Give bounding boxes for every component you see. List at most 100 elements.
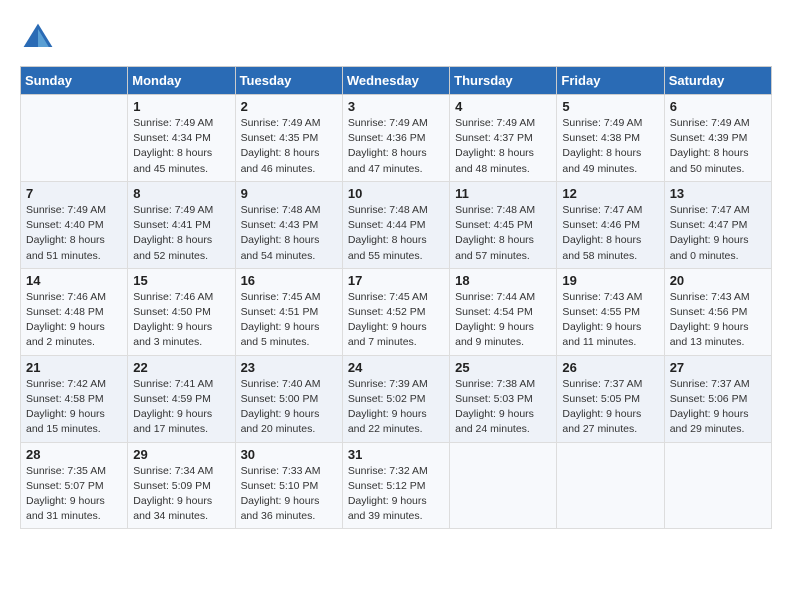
header-cell-wednesday: Wednesday bbox=[342, 67, 449, 95]
calendar-cell: 17 Sunrise: 7:45 AMSunset: 4:52 PMDayligh… bbox=[342, 268, 449, 355]
cell-details: Sunrise: 7:45 AMSunset: 4:52 PMDaylight:… bbox=[348, 290, 444, 351]
cell-details: Sunrise: 7:37 AMSunset: 5:06 PMDaylight:… bbox=[670, 377, 766, 438]
day-number: 13 bbox=[670, 186, 766, 201]
calendar-cell: 11Sunrise: 7:48 AMSunset: 4:45 PMDayligh… bbox=[450, 181, 557, 268]
day-number: 3 bbox=[348, 99, 444, 114]
calendar-cell: 16 Sunrise: 7:45 AMSunset: 4:51 PMDayligh… bbox=[235, 268, 342, 355]
header-cell-saturday: Saturday bbox=[664, 67, 771, 95]
cell-details: Sunrise: 7:48 AMSunset: 4:43 PMDaylight:… bbox=[241, 203, 337, 264]
cell-details: Sunrise: 7:43 AMSunset: 4:55 PMDaylight:… bbox=[562, 290, 658, 351]
day-number: 21 bbox=[26, 360, 122, 375]
day-number: 7 bbox=[26, 186, 122, 201]
cell-details: Sunrise: 7:46 AMSunset: 4:50 PMDaylight:… bbox=[133, 290, 229, 351]
day-number: 6 bbox=[670, 99, 766, 114]
day-number: 16 bbox=[241, 273, 337, 288]
day-number: 18 bbox=[455, 273, 551, 288]
page-header bbox=[20, 20, 772, 56]
day-number: 12 bbox=[562, 186, 658, 201]
calendar-table: SundayMondayTuesdayWednesdayThursdayFrid… bbox=[20, 66, 772, 529]
cell-details: Sunrise: 7:42 AMSunset: 4:58 PMDaylight:… bbox=[26, 377, 122, 438]
calendar-cell: 13 Sunrise: 7:47 AMSunset: 4:47 PMDayligh… bbox=[664, 181, 771, 268]
header-cell-thursday: Thursday bbox=[450, 67, 557, 95]
cell-details: Sunrise: 7:43 AMSunset: 4:56 PMDaylight:… bbox=[670, 290, 766, 351]
logo bbox=[20, 20, 62, 56]
cell-details: Sunrise: 7:47 AMSunset: 4:46 PMDaylight:… bbox=[562, 203, 658, 264]
day-number: 26 bbox=[562, 360, 658, 375]
day-number: 2 bbox=[241, 99, 337, 114]
cell-details: Sunrise: 7:49 AMSunset: 4:35 PMDaylight:… bbox=[241, 116, 337, 177]
cell-details: Sunrise: 7:44 AMSunset: 4:54 PMDaylight:… bbox=[455, 290, 551, 351]
day-number: 9 bbox=[241, 186, 337, 201]
cell-details: Sunrise: 7:39 AMSunset: 5:02 PMDaylight:… bbox=[348, 377, 444, 438]
cell-details: Sunrise: 7:49 AMSunset: 4:36 PMDaylight:… bbox=[348, 116, 444, 177]
cell-details: Sunrise: 7:45 AMSunset: 4:51 PMDaylight:… bbox=[241, 290, 337, 351]
day-number: 19 bbox=[562, 273, 658, 288]
cell-details: Sunrise: 7:47 AMSunset: 4:47 PMDaylight:… bbox=[670, 203, 766, 264]
calendar-cell: 1 Sunrise: 7:49 AMSunset: 4:34 PMDaylight… bbox=[128, 95, 235, 182]
week-row-3: 14Sunrise: 7:46 AMSunset: 4:48 PMDayligh… bbox=[21, 268, 772, 355]
header-cell-tuesday: Tuesday bbox=[235, 67, 342, 95]
cell-details: Sunrise: 7:48 AMSunset: 4:45 PMDaylight:… bbox=[455, 203, 551, 264]
cell-details: Sunrise: 7:49 AMSunset: 4:34 PMDaylight:… bbox=[133, 116, 229, 177]
week-row-4: 21 Sunrise: 7:42 AMSunset: 4:58 PMDayligh… bbox=[21, 355, 772, 442]
cell-details: Sunrise: 7:49 AMSunset: 4:38 PMDaylight:… bbox=[562, 116, 658, 177]
header-cell-monday: Monday bbox=[128, 67, 235, 95]
calendar-cell: 18 Sunrise: 7:44 AMSunset: 4:54 PMDayligh… bbox=[450, 268, 557, 355]
day-number: 27 bbox=[670, 360, 766, 375]
cell-details: Sunrise: 7:37 AMSunset: 5:05 PMDaylight:… bbox=[562, 377, 658, 438]
day-number: 10 bbox=[348, 186, 444, 201]
calendar-cell bbox=[450, 442, 557, 529]
calendar-cell: 3 Sunrise: 7:49 AMSunset: 4:36 PMDaylight… bbox=[342, 95, 449, 182]
calendar-cell: 25 Sunrise: 7:38 AMSunset: 5:03 PMDayligh… bbox=[450, 355, 557, 442]
cell-details: Sunrise: 7:49 AMSunset: 4:41 PMDaylight:… bbox=[133, 203, 229, 264]
calendar-cell bbox=[557, 442, 664, 529]
calendar-cell: 2 Sunrise: 7:49 AMSunset: 4:35 PMDaylight… bbox=[235, 95, 342, 182]
day-number: 28 bbox=[26, 447, 122, 462]
day-number: 5 bbox=[562, 99, 658, 114]
cell-details: Sunrise: 7:46 AMSunset: 4:48 PMDaylight:… bbox=[26, 290, 122, 351]
calendar-cell: 5 Sunrise: 7:49 AMSunset: 4:38 PMDaylight… bbox=[557, 95, 664, 182]
day-number: 29 bbox=[133, 447, 229, 462]
calendar-cell: 27 Sunrise: 7:37 AMSunset: 5:06 PMDayligh… bbox=[664, 355, 771, 442]
day-number: 15 bbox=[133, 273, 229, 288]
calendar-cell: 20 Sunrise: 7:43 AMSunset: 4:56 PMDayligh… bbox=[664, 268, 771, 355]
cell-details: Sunrise: 7:38 AMSunset: 5:03 PMDaylight:… bbox=[455, 377, 551, 438]
cell-details: Sunrise: 7:33 AMSunset: 5:10 PMDaylight:… bbox=[241, 464, 337, 525]
calendar-cell: 12 Sunrise: 7:47 AMSunset: 4:46 PMDayligh… bbox=[557, 181, 664, 268]
cell-details: Sunrise: 7:41 AMSunset: 4:59 PMDaylight:… bbox=[133, 377, 229, 438]
calendar-cell: 30 Sunrise: 7:33 AMSunset: 5:10 PMDayligh… bbox=[235, 442, 342, 529]
day-number: 25 bbox=[455, 360, 551, 375]
calendar-cell: 6Sunrise: 7:49 AMSunset: 4:39 PMDaylight… bbox=[664, 95, 771, 182]
calendar-cell: 8 Sunrise: 7:49 AMSunset: 4:41 PMDaylight… bbox=[128, 181, 235, 268]
week-row-1: 1 Sunrise: 7:49 AMSunset: 4:34 PMDaylight… bbox=[21, 95, 772, 182]
week-row-2: 7Sunrise: 7:49 AMSunset: 4:40 PMDaylight… bbox=[21, 181, 772, 268]
cell-details: Sunrise: 7:49 AMSunset: 4:37 PMDaylight:… bbox=[455, 116, 551, 177]
calendar-cell: 24 Sunrise: 7:39 AMSunset: 5:02 PMDayligh… bbox=[342, 355, 449, 442]
calendar-cell: 31 Sunrise: 7:32 AMSunset: 5:12 PMDayligh… bbox=[342, 442, 449, 529]
day-number: 1 bbox=[133, 99, 229, 114]
day-number: 20 bbox=[670, 273, 766, 288]
calendar-cell: 10 Sunrise: 7:48 AMSunset: 4:44 PMDayligh… bbox=[342, 181, 449, 268]
calendar-cell: 19 Sunrise: 7:43 AMSunset: 4:55 PMDayligh… bbox=[557, 268, 664, 355]
day-number: 23 bbox=[241, 360, 337, 375]
calendar-cell: 26 Sunrise: 7:37 AMSunset: 5:05 PMDayligh… bbox=[557, 355, 664, 442]
day-number: 31 bbox=[348, 447, 444, 462]
calendar-cell bbox=[664, 442, 771, 529]
calendar-cell: 14Sunrise: 7:46 AMSunset: 4:48 PMDayligh… bbox=[21, 268, 128, 355]
cell-details: Sunrise: 7:32 AMSunset: 5:12 PMDaylight:… bbox=[348, 464, 444, 525]
day-number: 30 bbox=[241, 447, 337, 462]
calendar-cell: 4 Sunrise: 7:49 AMSunset: 4:37 PMDaylight… bbox=[450, 95, 557, 182]
calendar-cell: 29 Sunrise: 7:34 AMSunset: 5:09 PMDayligh… bbox=[128, 442, 235, 529]
calendar-cell: 7Sunrise: 7:49 AMSunset: 4:40 PMDaylight… bbox=[21, 181, 128, 268]
logo-icon bbox=[20, 20, 56, 56]
calendar-cell: 15 Sunrise: 7:46 AMSunset: 4:50 PMDayligh… bbox=[128, 268, 235, 355]
day-number: 24 bbox=[348, 360, 444, 375]
calendar-cell: 9 Sunrise: 7:48 AMSunset: 4:43 PMDaylight… bbox=[235, 181, 342, 268]
cell-details: Sunrise: 7:34 AMSunset: 5:09 PMDaylight:… bbox=[133, 464, 229, 525]
day-number: 17 bbox=[348, 273, 444, 288]
cell-details: Sunrise: 7:35 AMSunset: 5:07 PMDaylight:… bbox=[26, 464, 122, 525]
day-number: 8 bbox=[133, 186, 229, 201]
day-number: 4 bbox=[455, 99, 551, 114]
cell-details: Sunrise: 7:48 AMSunset: 4:44 PMDaylight:… bbox=[348, 203, 444, 264]
header-cell-friday: Friday bbox=[557, 67, 664, 95]
